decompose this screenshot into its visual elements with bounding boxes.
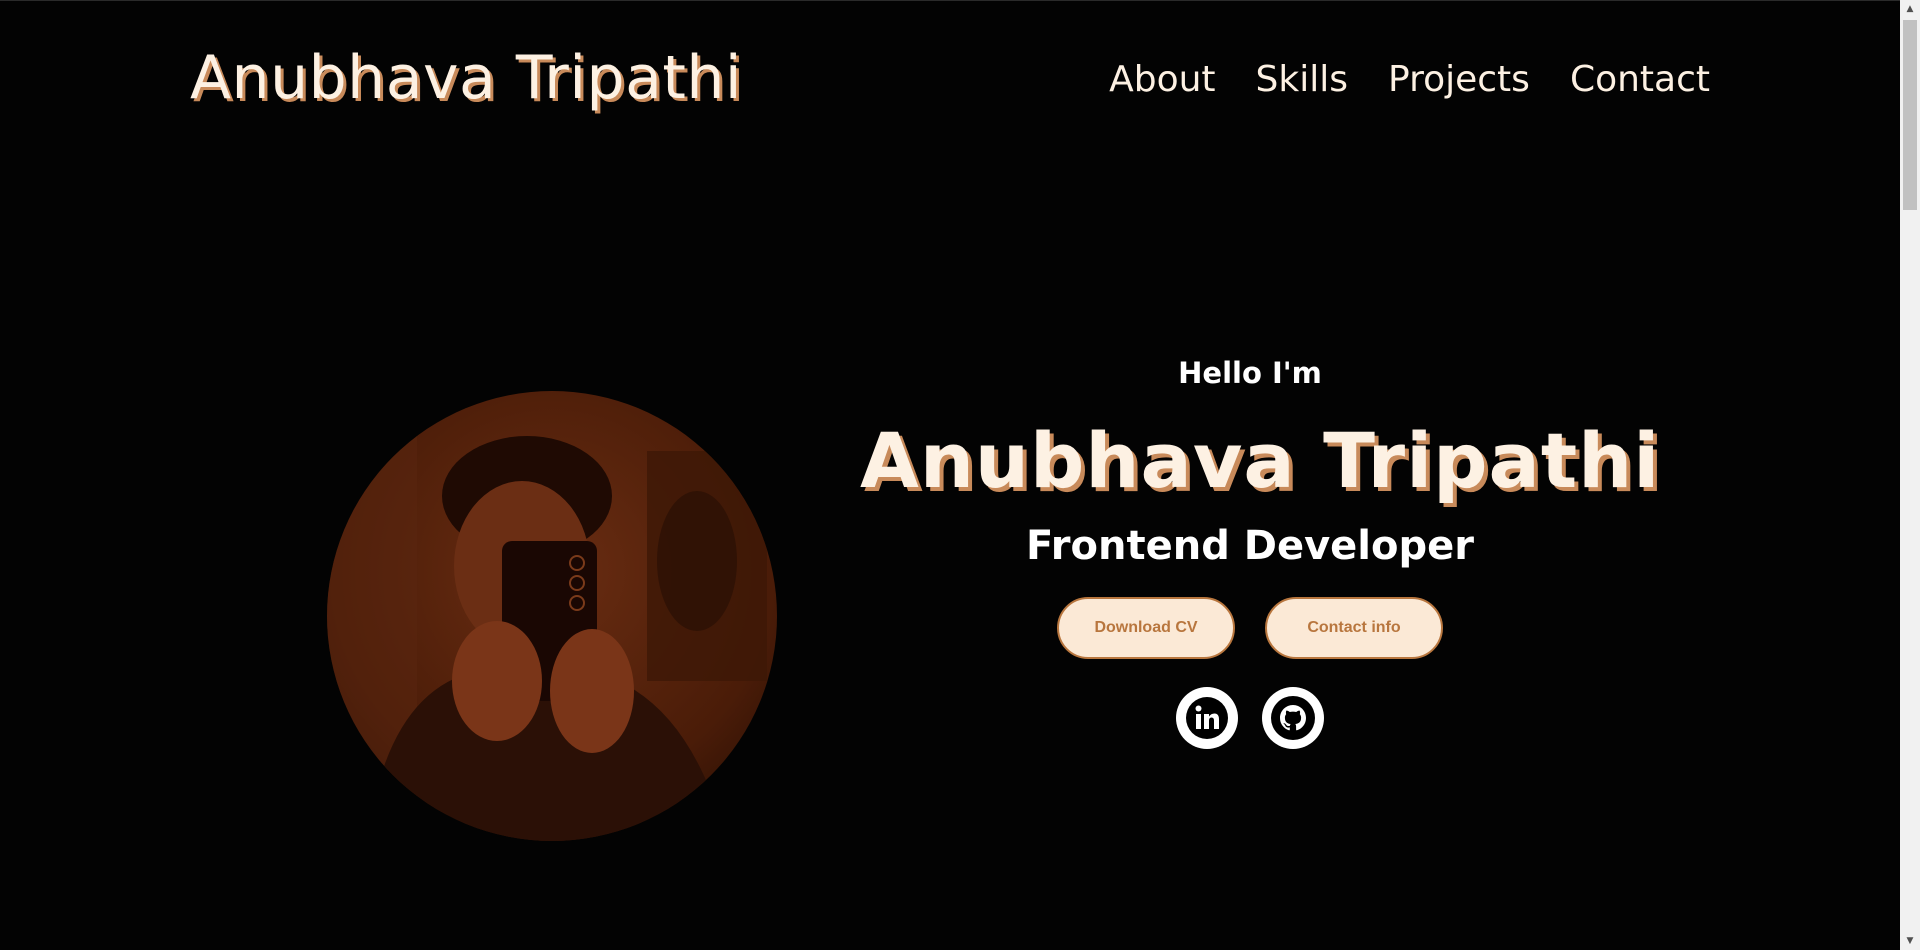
site-logo[interactable]: Anubhava Tripathi [190, 43, 742, 113]
scrollbar-thumb[interactable] [1903, 20, 1917, 210]
linkedin-glyph [1186, 697, 1228, 739]
nav-link-skills[interactable]: Skills [1256, 59, 1348, 100]
contact-info-button[interactable]: Contact info [1265, 597, 1443, 659]
vertical-scrollbar[interactable]: ▲ ▼ [1900, 0, 1920, 950]
main-nav: About Skills Projects Contact [1109, 59, 1710, 100]
hero-buttons: Download CV Contact info [860, 597, 1640, 659]
nav-item-skills: Skills [1256, 59, 1348, 100]
profile-photo [327, 391, 777, 841]
scroll-up-arrow-icon[interactable]: ▲ [1900, 0, 1920, 18]
hero-role: Frontend Developer [1026, 523, 1474, 569]
nav-item-contact: Contact [1570, 59, 1710, 100]
github-icon[interactable] [1262, 687, 1324, 749]
github-glyph [1271, 696, 1315, 740]
linkedin-icon[interactable] [1176, 687, 1238, 749]
page: Anubhava Tripathi About Skills Projects … [0, 0, 1900, 950]
social-links [860, 687, 1640, 749]
nav-item-about: About [1109, 59, 1215, 100]
nav-link-about[interactable]: About [1109, 59, 1215, 100]
nav-link-projects[interactable]: Projects [1388, 59, 1530, 100]
download-cv-button[interactable]: Download CV [1057, 597, 1235, 659]
profile-photo-image [327, 391, 777, 841]
hero-name: Anubhava Tripathi [860, 416, 1661, 505]
hero-greeting: Hello I'm [1178, 356, 1322, 390]
scroll-down-arrow-icon[interactable]: ▼ [1900, 932, 1920, 950]
nav-link-contact[interactable]: Contact [1570, 59, 1710, 100]
hero-section: Hello I'm Anubhava Tripathi Frontend Dev… [860, 356, 1661, 749]
nav-item-projects: Projects [1388, 59, 1530, 100]
